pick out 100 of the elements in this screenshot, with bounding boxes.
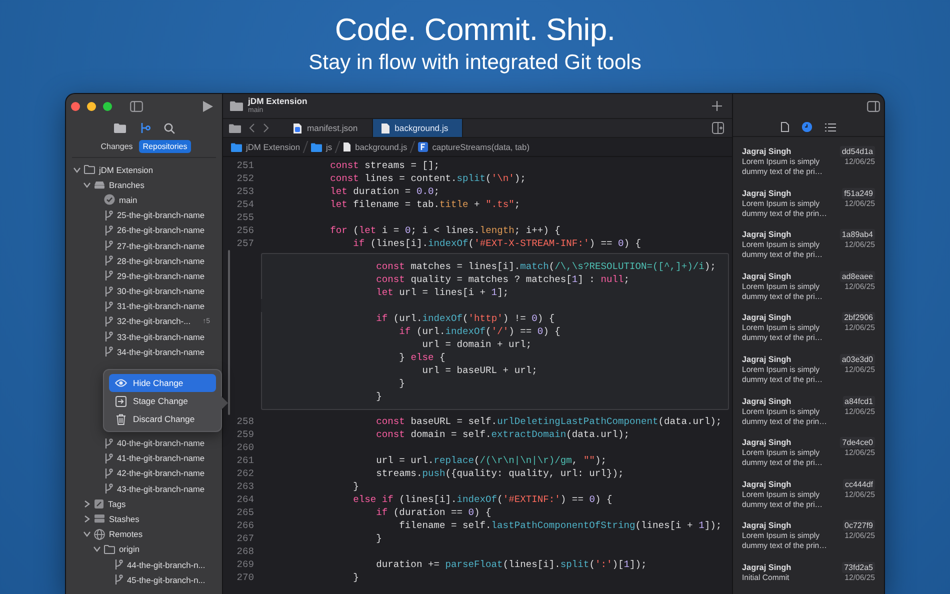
breadcrumb-item[interactable]: captureStreams(data, tab) xyxy=(418,142,530,152)
breadcrumb-item[interactable]: jDM Extension xyxy=(231,142,300,152)
chevron-icon[interactable] xyxy=(83,182,91,188)
tree-item[interactable]: 26-the-git-branch-name xyxy=(117,225,205,236)
commit-hash: ad8eaee xyxy=(840,270,875,282)
file-tab[interactable]: background.js xyxy=(372,119,464,137)
play-icon[interactable] xyxy=(203,100,213,112)
branch-icon xyxy=(114,559,123,570)
tree-item[interactable]: 40-the-git-branch-name xyxy=(117,438,205,448)
breadcrumb-item[interactable]: js xyxy=(311,142,332,152)
chevron-icon[interactable] xyxy=(84,500,90,508)
close-button[interactable] xyxy=(71,102,80,110)
tree-item[interactable]: 43-the-git-branch-name xyxy=(117,484,205,494)
chevron-icon[interactable] xyxy=(73,166,81,173)
tree-item[interactable]: 33-the-git-branch-name xyxy=(117,332,205,342)
sidebar-toggle-icon[interactable] xyxy=(867,100,880,112)
forward-icon[interactable] xyxy=(263,123,269,133)
segment-tab[interactable]: Changes xyxy=(96,140,137,153)
code-line: } xyxy=(352,572,359,583)
line-number: 270 xyxy=(236,572,255,583)
commit-hash: f51a249 xyxy=(842,188,875,199)
tree-item[interactable]: 34-the-git-branch-name xyxy=(117,346,205,357)
subheadline: Stay in flow with integrated Git tools xyxy=(308,50,642,76)
chevron-icon[interactable] xyxy=(83,531,91,538)
tree-item[interactable]: 31-the-git-branch-name xyxy=(117,301,205,312)
menu-item[interactable]: Hide Change xyxy=(109,374,216,392)
code-line: if (url.indexOf('/') == 0) { xyxy=(398,326,560,337)
back-icon[interactable] xyxy=(249,123,255,133)
menu-item[interactable]: Stage Change xyxy=(109,392,216,410)
tree-item[interactable]: Stashes xyxy=(109,514,140,524)
chevron-icon[interactable] xyxy=(84,514,90,523)
tree-item[interactable]: 41-the-git-branch-name xyxy=(117,453,205,464)
tree-item[interactable]: jDM Extension xyxy=(99,164,153,175)
project-name: jDM Extension xyxy=(248,97,308,106)
branch-icon[interactable] xyxy=(138,122,150,134)
branch-icon xyxy=(114,574,123,586)
search-icon[interactable] xyxy=(164,122,174,134)
branch-icon xyxy=(104,224,113,236)
add-icon[interactable] xyxy=(712,101,722,111)
code-line: const matches = lines[i].match(/\,\s?RESOLUTION=([^,]+)/i); xyxy=(375,261,716,272)
chevron-icon[interactable] xyxy=(93,546,101,552)
folder-icon xyxy=(230,101,243,111)
line-number: 257 xyxy=(236,238,255,249)
folder-icon[interactable] xyxy=(229,124,241,132)
tree-item[interactable]: Remotes xyxy=(109,529,143,540)
split-editor-icon[interactable] xyxy=(712,122,724,134)
tree-item[interactable]: 25-the-git-branch-name xyxy=(117,210,205,220)
line-number: 268 xyxy=(236,546,255,557)
code-line: filename = self.lastPathComponentOfString(lines[i + 1]); xyxy=(398,520,722,531)
code-line: const lines = content.split('\n'); xyxy=(329,173,526,184)
commit-hash: a03e3d0 xyxy=(840,354,875,365)
branch-icon xyxy=(104,300,113,312)
file-tab[interactable]: manifest.json xyxy=(285,119,373,137)
tree-item[interactable]: 42-the-git-branch-name xyxy=(117,468,205,478)
branch-icon xyxy=(104,468,113,479)
eye-icon xyxy=(115,379,127,388)
list-icon[interactable] xyxy=(825,122,836,132)
code-line: let filename = tab.title + ".ts"; xyxy=(329,199,520,210)
menu-item[interactable]: Discard Change xyxy=(109,410,216,428)
tree-item[interactable]: 28-the-git-branch-name xyxy=(117,256,205,266)
branch-icon xyxy=(104,452,113,464)
commit-author: Jagraj Singh xyxy=(742,354,792,365)
tree-item[interactable]: 32-the-git-branch-... xyxy=(117,316,191,326)
minimize-button[interactable] xyxy=(87,102,96,110)
branch-icon xyxy=(104,438,113,449)
clock-icon[interactable] xyxy=(802,122,812,132)
sidebar-toggle-icon[interactable] xyxy=(130,100,143,112)
headline: Code. Commit. Ship. xyxy=(334,11,616,49)
folder-icon[interactable] xyxy=(114,123,126,133)
commit-author: Jagraj Singh xyxy=(742,478,792,490)
branch-icon xyxy=(104,331,113,342)
zoom-button[interactable] xyxy=(103,102,112,110)
code-line: duration += parseFloat(lines[i].split(':')[1]); xyxy=(375,559,647,570)
tree-item[interactable]: 44-the-git-branch-n... xyxy=(127,560,206,570)
commit-author: Jagraj Singh xyxy=(742,396,792,407)
tree-item[interactable]: 27-the-git-branch-name xyxy=(117,240,205,251)
line-number: 260 xyxy=(236,442,255,453)
tree-item[interactable]: origin xyxy=(119,544,140,554)
code-line: let duration = 0.0; xyxy=(329,186,440,197)
line-number: 254 xyxy=(236,199,255,210)
code-line: for (let i = 0; i < lines.length; i++) { xyxy=(329,225,560,236)
tree-item[interactable]: 30-the-git-branch-name xyxy=(117,286,205,296)
code-line: } xyxy=(375,533,382,544)
line-number: 252 xyxy=(236,173,255,184)
folder-icon xyxy=(84,165,95,174)
commit-hash: 0c727f9 xyxy=(842,520,875,532)
commit-hash: 7de4ce0 xyxy=(840,437,875,448)
tree-item[interactable]: Tags xyxy=(108,498,126,509)
tree-item[interactable]: main xyxy=(119,194,138,205)
branch-icon xyxy=(104,255,113,266)
line-number: 258 xyxy=(236,416,255,427)
tree-item[interactable]: 45-the-git-branch-n... xyxy=(127,574,206,585)
commit-hash: dd54d1a xyxy=(840,146,875,157)
tree-item[interactable]: Branches xyxy=(109,180,144,190)
line-number: 266 xyxy=(236,520,255,531)
document-icon[interactable] xyxy=(781,122,789,132)
segment-tab[interactable]: Repositories xyxy=(138,140,192,153)
commit-hash: 2bf2906 xyxy=(842,312,875,324)
breadcrumb-item[interactable]: background.js xyxy=(343,142,408,152)
tree-item[interactable]: 29-the-git-branch-name xyxy=(117,270,205,281)
